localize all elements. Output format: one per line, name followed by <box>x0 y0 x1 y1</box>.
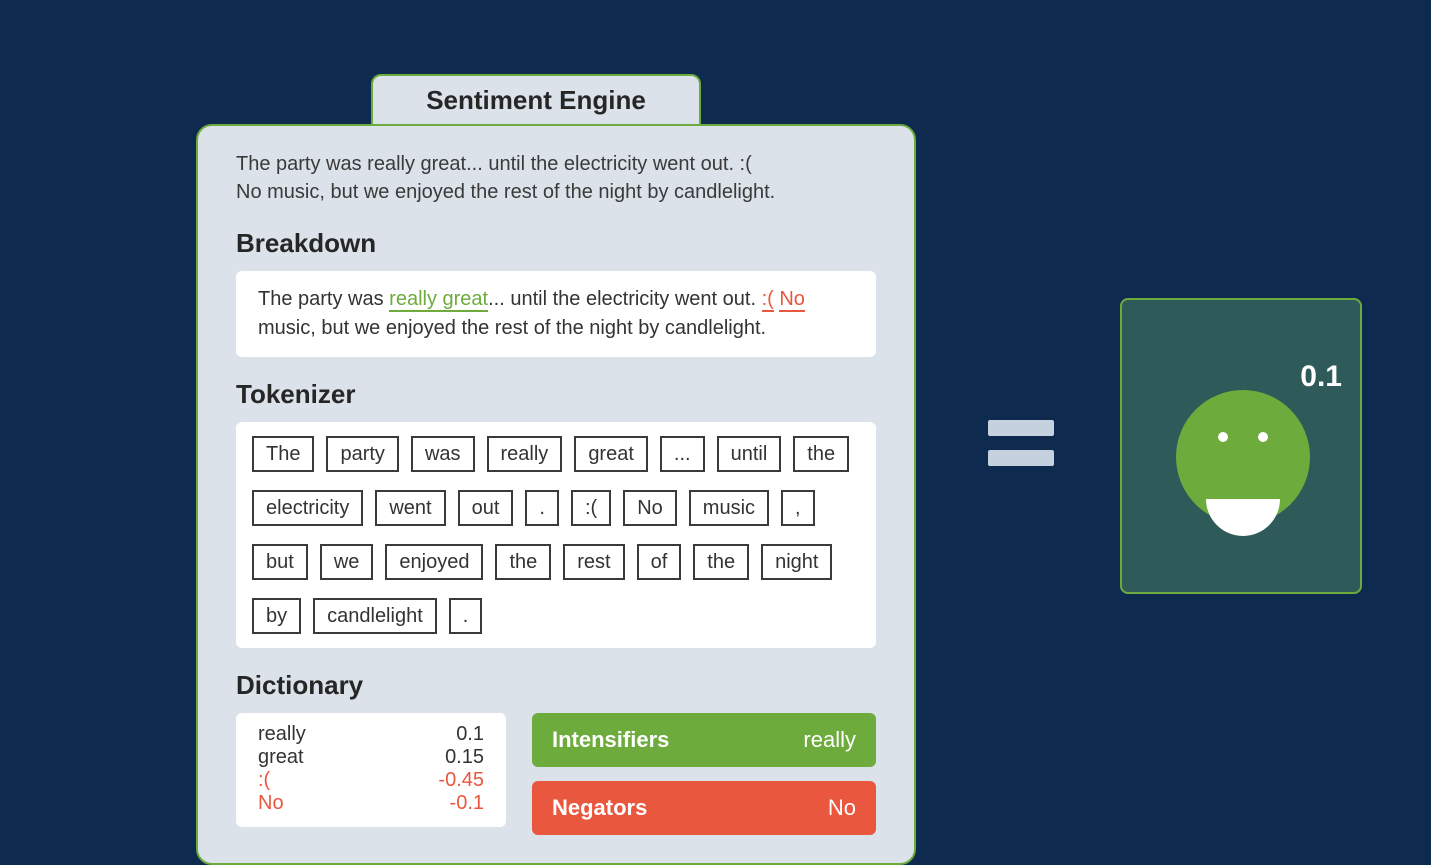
result-card: 0.1 <box>1120 298 1362 594</box>
token: :( <box>571 490 611 526</box>
dictionary-word: No <box>258 792 284 815</box>
token: music <box>689 490 769 526</box>
token: great <box>574 436 648 472</box>
breakdown-highlight-green: really great <box>389 288 488 312</box>
token: . <box>449 598 483 634</box>
engine-panel: The party was really great... until the … <box>196 124 916 865</box>
dictionary-score: -0.1 <box>450 792 484 815</box>
token: the <box>495 544 551 580</box>
dictionary-entry: :( -0.45 <box>258 769 484 792</box>
token: The <box>252 436 314 472</box>
token: candlelight <box>313 598 437 634</box>
equals-bar <box>988 450 1054 466</box>
card-tab-title: Sentiment Engine <box>371 74 701 126</box>
breakdown-text-post: music, but we enjoyed the rest of the ni… <box>258 317 766 339</box>
smiley-mouth <box>1206 462 1280 536</box>
token: rest <box>563 544 624 580</box>
input-text: The party was really great... until the … <box>236 150 876 206</box>
intensifiers-value: really <box>803 727 856 753</box>
token: out <box>458 490 514 526</box>
smiley-eye <box>1258 432 1268 442</box>
breakdown-heading: Breakdown <box>236 228 876 259</box>
dictionary-entry: great 0.15 <box>258 746 484 769</box>
smiley-eye <box>1218 432 1228 442</box>
tokenizer-heading: Tokenizer <box>236 379 876 410</box>
breakdown-box: The party was really great... until the … <box>236 271 876 357</box>
token: we <box>320 544 374 580</box>
token: ... <box>660 436 705 472</box>
breakdown-text-mid: ... until the electricity went out. <box>488 288 761 310</box>
dictionary-entry: No -0.1 <box>258 792 484 815</box>
token: party <box>326 436 398 472</box>
breakdown-text-pre: The party was <box>258 288 389 310</box>
token: , <box>781 490 815 526</box>
result-score: 0.1 <box>1300 360 1342 394</box>
intensifiers-label: Intensifiers <box>552 727 669 753</box>
sentiment-engine-card: Sentiment Engine The party was really gr… <box>196 78 916 865</box>
token: really <box>487 436 563 472</box>
negators-chip: Negators No <box>532 781 876 835</box>
token: the <box>693 544 749 580</box>
token: . <box>525 490 559 526</box>
token: No <box>623 490 677 526</box>
input-line-1: The party was really great... until the … <box>236 153 752 175</box>
input-line-2: No music, but we enjoyed the rest of the… <box>236 181 775 203</box>
dictionary-score: -0.45 <box>438 769 484 792</box>
dictionary-score-box: really 0.1 great 0.15 :( -0.45 No -0.1 <box>236 713 506 827</box>
smiley-icon <box>1176 390 1310 524</box>
dictionary-row: really 0.1 great 0.15 :( -0.45 No -0.1 Intensif… <box>236 713 876 835</box>
token: night <box>761 544 832 580</box>
token: by <box>252 598 301 634</box>
intensifiers-chip: Intensifiers really <box>532 713 876 767</box>
breakdown-highlight-red-2: No <box>779 288 805 312</box>
tokenizer-box: The party was really great... until the electri… <box>236 422 876 648</box>
dictionary-entry: really 0.1 <box>258 723 484 746</box>
breakdown-highlight-red-1: :( <box>762 288 774 312</box>
token: of <box>637 544 682 580</box>
token: the <box>793 436 849 472</box>
equals-icon <box>988 420 1054 466</box>
token: went <box>375 490 445 526</box>
diagram-stage: Sentiment Engine The party was really gr… <box>0 0 1431 859</box>
equals-bar <box>988 420 1054 436</box>
dictionary-score: 0.1 <box>456 723 484 746</box>
dictionary-word: great <box>258 746 304 769</box>
token: enjoyed <box>385 544 483 580</box>
dictionary-word: :( <box>258 769 270 792</box>
dictionary-word: really <box>258 723 306 746</box>
token: until <box>717 436 782 472</box>
token: was <box>411 436 475 472</box>
dictionary-score: 0.15 <box>445 746 484 769</box>
negators-value: No <box>828 795 856 821</box>
token: electricity <box>252 490 363 526</box>
dictionary-heading: Dictionary <box>236 670 876 701</box>
token: but <box>252 544 308 580</box>
negators-label: Negators <box>552 795 647 821</box>
dictionary-side-column: Intensifiers really Negators No <box>532 713 876 835</box>
